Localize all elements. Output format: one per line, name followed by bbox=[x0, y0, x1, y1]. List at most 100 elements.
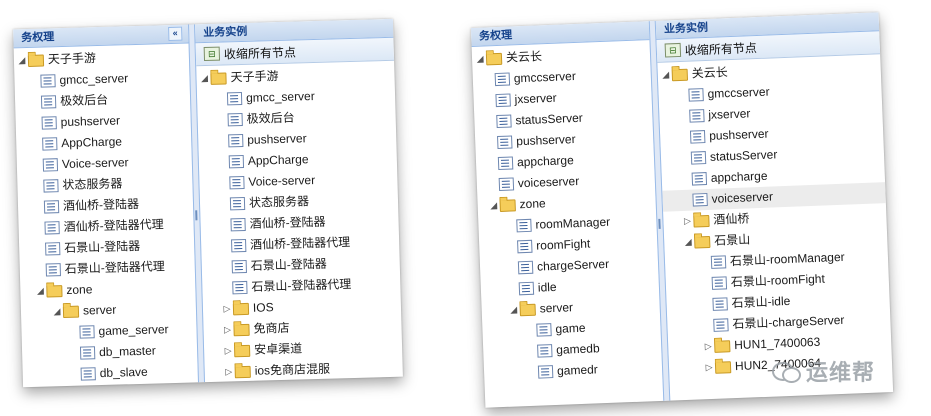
left-nav-pane: 务权理 « ◢ 天子手游 gmcc_server 极效后台 pushserver… bbox=[13, 24, 198, 387]
folder-open-icon bbox=[210, 71, 227, 85]
server-node-icon bbox=[536, 323, 552, 337]
tree-node-label: gmccserver bbox=[513, 68, 577, 86]
tree-node-label: ios免商店混服 bbox=[254, 361, 331, 378]
tree-node-label: IOS bbox=[252, 300, 274, 315]
left-detail-pane: 业务实例 ⊟ 收缩所有节点 ◢ 天子手游 gmcc_server 极效后台 pu… bbox=[195, 18, 403, 382]
expanded-arrow-icon[interactable]: ◢ bbox=[507, 299, 520, 320]
tree-node-label: gamedr bbox=[556, 362, 599, 378]
tree-node-label: db_master bbox=[98, 343, 156, 360]
server-node-icon bbox=[45, 263, 61, 277]
tree-node-label: voiceserver bbox=[711, 189, 774, 206]
collapsed-arrow-icon[interactable]: ▷ bbox=[221, 319, 234, 340]
tree-node-leaf[interactable]: db_slave bbox=[22, 360, 198, 386]
server-node-icon bbox=[494, 72, 511, 87]
left-detail-tree: ◢ 天子手游 gmcc_server 极效后台 pushserver AppCh… bbox=[196, 61, 403, 382]
tree-node-label: 石景山 bbox=[713, 232, 751, 248]
collapsed-arrow-icon[interactable]: ▷ bbox=[222, 361, 235, 382]
folder-icon bbox=[714, 339, 731, 353]
tree-node-label: AppCharge bbox=[247, 152, 309, 168]
tree-node-label: jxserver bbox=[708, 106, 751, 122]
expanded-arrow-icon[interactable]: ◢ bbox=[51, 301, 64, 322]
tree-node-label: pushserver bbox=[708, 126, 769, 143]
right-detail-header-title: 业务实例 bbox=[663, 21, 709, 36]
expanded-arrow-icon[interactable]: ◢ bbox=[34, 281, 47, 302]
server-node-icon bbox=[79, 346, 96, 360]
folder-open-icon bbox=[694, 235, 711, 249]
tree-node-label: 石景山-登陆器代理 bbox=[64, 259, 165, 277]
collapsed-arrow-icon[interactable]: ▷ bbox=[681, 211, 694, 232]
collapse-all-button[interactable]: 收缩所有节点 bbox=[685, 39, 758, 59]
collapsed-arrow-icon[interactable]: ▷ bbox=[703, 357, 716, 378]
server-node-icon bbox=[691, 172, 708, 186]
server-node-icon bbox=[689, 130, 706, 144]
server-node-icon bbox=[517, 239, 533, 254]
server-node-icon bbox=[498, 177, 515, 192]
folder-open-icon bbox=[519, 303, 536, 316]
folder-open-icon bbox=[485, 52, 503, 65]
folder-open-icon bbox=[499, 198, 516, 212]
collapsed-arrow-icon[interactable]: ▷ bbox=[221, 298, 234, 319]
tree-node-label: server bbox=[82, 302, 117, 318]
right-detail-tree: ◢ 关云长 gmccserver jxserver pushserver sta… bbox=[657, 54, 892, 379]
tree-node-label: 极效后台 bbox=[246, 110, 295, 126]
expanded-arrow-icon[interactable]: ◢ bbox=[682, 232, 695, 253]
server-node-icon bbox=[690, 151, 707, 165]
folder-icon bbox=[714, 360, 732, 374]
left-nav-header-title: 务权理 bbox=[21, 31, 55, 45]
server-node-icon bbox=[41, 116, 57, 130]
tree-node-label: 极效后台 bbox=[59, 92, 109, 109]
server-node-icon bbox=[227, 113, 243, 127]
server-node-icon bbox=[516, 218, 532, 233]
server-node-icon bbox=[518, 281, 535, 296]
tree-node-label: gmccserver bbox=[707, 84, 770, 101]
tree-node-label: 免商店 bbox=[253, 320, 290, 336]
server-node-icon bbox=[495, 93, 511, 108]
collapse-double-left-icon[interactable]: « bbox=[168, 26, 183, 42]
expanded-arrow-icon[interactable]: ◢ bbox=[16, 50, 29, 71]
server-node-icon bbox=[537, 365, 554, 379]
collapsed-arrow-icon[interactable]: ▷ bbox=[702, 336, 715, 357]
expanded-arrow-icon[interactable]: ◢ bbox=[659, 64, 672, 85]
expanded-arrow-icon[interactable]: ◢ bbox=[474, 48, 487, 69]
server-node-icon bbox=[712, 297, 728, 311]
tree-node-label: AppCharge bbox=[61, 134, 123, 151]
server-node-icon bbox=[79, 325, 95, 339]
tree-node-label: chargeServer bbox=[536, 256, 610, 274]
tree-node-label: 关云长 bbox=[691, 65, 729, 81]
collapse-all-button[interactable]: 收缩所有节点 bbox=[224, 43, 296, 62]
server-node-icon bbox=[228, 133, 244, 148]
server-node-icon bbox=[229, 196, 246, 211]
tree-node-label: roomFight bbox=[535, 236, 591, 253]
folder-icon bbox=[233, 344, 251, 357]
tree-node-folder[interactable]: ▷ ios免商店混服 bbox=[204, 357, 402, 383]
expanded-arrow-icon[interactable]: ◢ bbox=[487, 195, 500, 216]
collapsed-arrow-icon[interactable]: ▷ bbox=[222, 340, 235, 361]
tree-node-label: 酒仙桥-登陆器代理 bbox=[249, 235, 351, 252]
tree-node-label: server bbox=[539, 300, 574, 316]
server-node-icon bbox=[45, 242, 61, 256]
right-screenshot: 务权理 ◢ 关云长 gmccserver jxserver statusServ… bbox=[470, 12, 894, 408]
expanded-arrow-icon[interactable]: ◢ bbox=[198, 68, 211, 89]
server-node-icon bbox=[228, 154, 245, 169]
server-node-icon bbox=[40, 74, 56, 88]
server-node-icon bbox=[710, 255, 727, 269]
collapse-all-icon[interactable]: ⊟ bbox=[203, 46, 221, 62]
server-node-icon bbox=[713, 318, 729, 332]
wechat-icon bbox=[772, 360, 801, 383]
folder-icon bbox=[232, 302, 250, 315]
tree-node-label: pushserver bbox=[60, 113, 121, 130]
server-node-icon bbox=[229, 175, 245, 190]
tree-node-label: Voice-server bbox=[248, 173, 316, 189]
tree-node-label: 石景山-登陆器代理 bbox=[251, 277, 352, 294]
tree-node-label: 状态服务器 bbox=[62, 176, 123, 193]
tree-node-label: 酒仙桥-登陆器 bbox=[62, 196, 140, 214]
server-node-icon bbox=[40, 95, 57, 109]
server-node-icon bbox=[42, 137, 58, 151]
tree-node-label: appcharge bbox=[710, 168, 768, 185]
tree-node-label: gamedb bbox=[556, 341, 600, 357]
tree-node-label: 石景山-idle bbox=[731, 293, 791, 311]
collapse-all-icon[interactable]: ⊟ bbox=[664, 42, 682, 58]
tree-node-label: idle bbox=[537, 279, 557, 295]
tree-node-label: 关云长 bbox=[505, 49, 543, 65]
tree-node-label: appcharge bbox=[516, 153, 574, 170]
